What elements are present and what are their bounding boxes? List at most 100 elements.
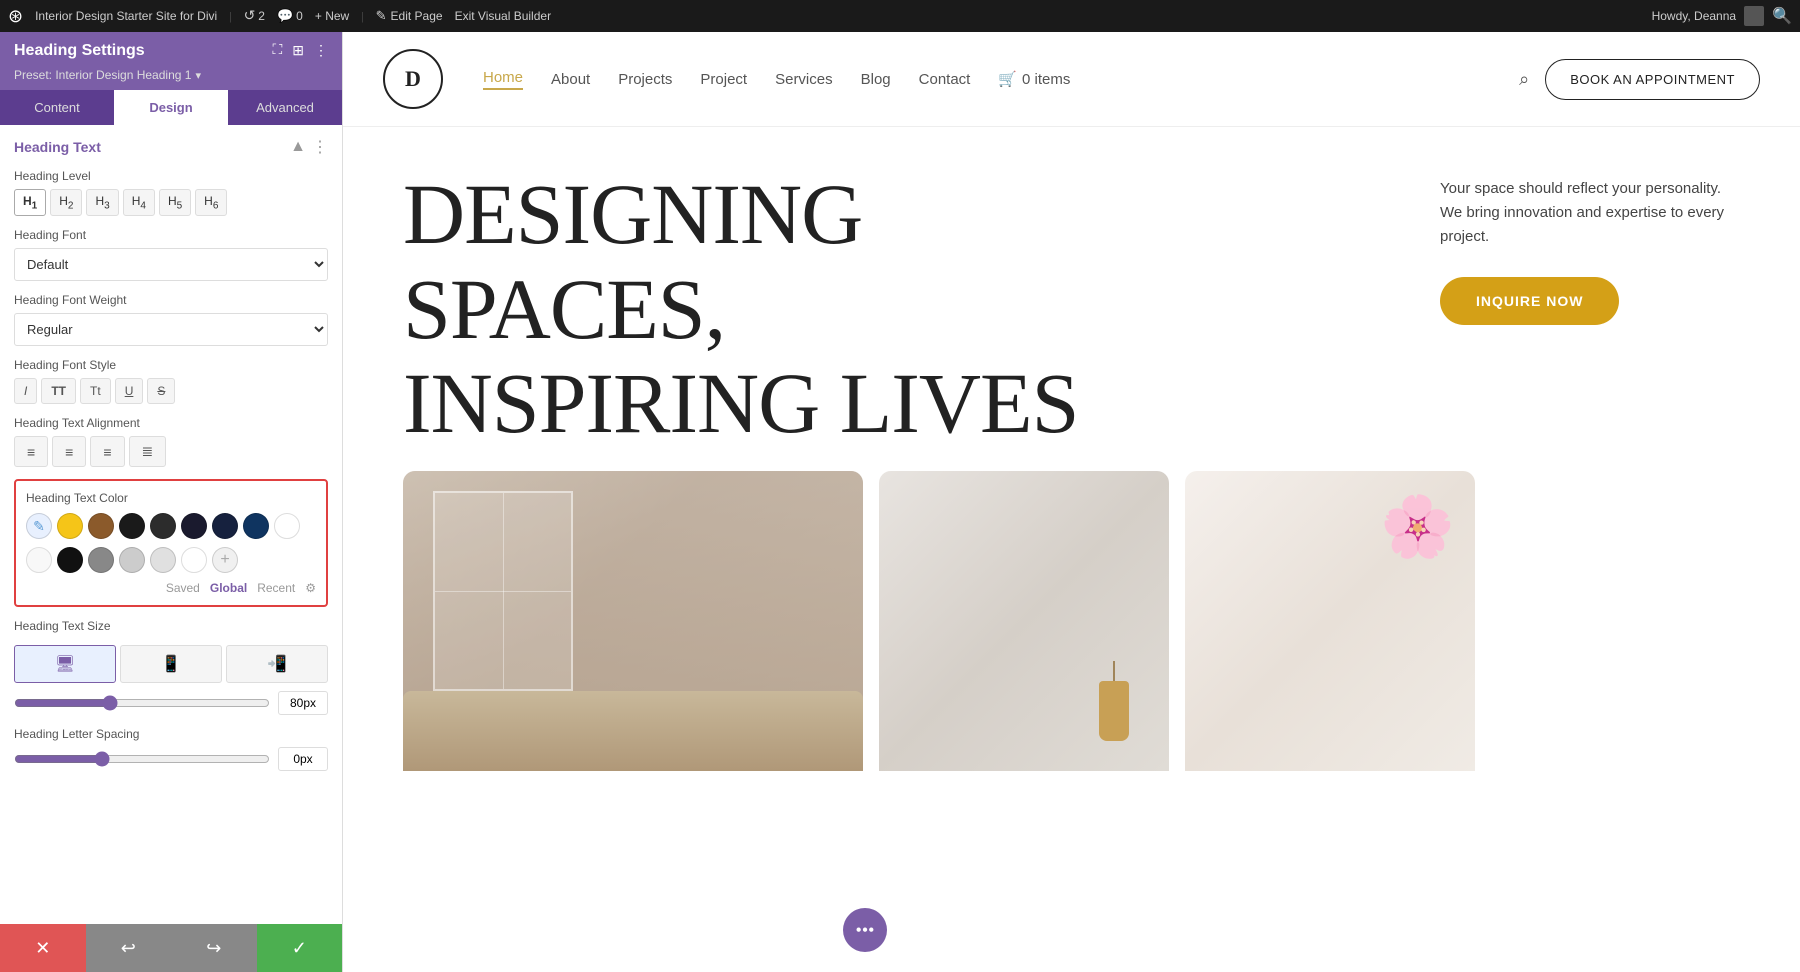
floating-dots-button[interactable]: ••• xyxy=(843,908,887,952)
color-swatch-darkblue1[interactable] xyxy=(181,513,207,539)
inquire-now-button[interactable]: INQUIRE NOW xyxy=(1440,277,1619,325)
vase-decoration xyxy=(1099,681,1129,741)
comments-count[interactable]: 💬 0 xyxy=(277,8,303,24)
top-search-icon[interactable]: 🔍 xyxy=(1772,6,1792,26)
preset-chevron: ▾ xyxy=(195,69,201,82)
panel-grid-icon[interactable]: ⊞ xyxy=(292,43,304,60)
color-tab-recent[interactable]: Recent xyxy=(257,581,295,595)
hero-description: Your space should reflect your personali… xyxy=(1440,177,1740,249)
panel-title: Heading Settings xyxy=(14,42,145,60)
color-tab-saved[interactable]: Saved xyxy=(166,581,200,595)
cart-icon: 🛒 xyxy=(998,70,1017,88)
color-swatch-navy[interactable] xyxy=(243,513,269,539)
save-button[interactable]: ✓ xyxy=(257,924,343,972)
text-size-slider[interactable] xyxy=(14,695,270,711)
redo-button[interactable]: ↪ xyxy=(171,924,257,972)
hero-heading: DESIGNING SPACES, INSPIRING LIVES xyxy=(403,167,1400,451)
letter-spacing-slider[interactable] xyxy=(14,751,270,767)
color-swatch-white2[interactable] xyxy=(26,547,52,573)
heading-settings-panel: Heading Settings ⛶ ⊞ ⋮ Preset: Interior … xyxy=(0,32,343,972)
nav-search-icon[interactable]: ⌕ xyxy=(1519,69,1529,90)
hero-heading-line3: INSPIRING LIVES xyxy=(403,355,1078,451)
color-swatch-yellow[interactable] xyxy=(57,513,83,539)
edit-page-button[interactable]: ✎ Edit Page xyxy=(376,8,443,24)
heading-font-weight-select[interactable]: Regular Bold Light Medium xyxy=(14,313,328,346)
align-right[interactable]: ≡ xyxy=(90,436,124,467)
panel-more-icon[interactable]: ⋮ xyxy=(314,43,328,60)
text-size-input[interactable]: 80px xyxy=(278,691,328,715)
letter-spacing-input[interactable]: 0px xyxy=(278,747,328,771)
heading-level-h2[interactable]: H2 xyxy=(50,189,82,216)
hero-section: DESIGNING SPACES, INSPIRING LIVES Your s… xyxy=(343,127,1800,972)
color-swatch-gray[interactable] xyxy=(88,547,114,573)
revisions-count[interactable]: ↺ 2 xyxy=(244,8,265,25)
nav-cart[interactable]: 🛒 0 items xyxy=(998,70,1070,88)
section-more-icon[interactable]: ⋮ xyxy=(312,137,328,157)
align-justify[interactable]: ≣ xyxy=(129,436,167,467)
heading-text-size-section: 🖥 📱 📲 80px xyxy=(14,645,328,715)
site-logo[interactable]: D xyxy=(383,49,443,109)
nav-about[interactable]: About xyxy=(551,71,590,88)
panel-fullscreen-icon[interactable]: ⛶ xyxy=(272,43,282,59)
color-swatch-lightgray1[interactable] xyxy=(119,547,145,573)
website-preview: D Home About Projects Project Services B… xyxy=(343,32,1800,972)
tab-content[interactable]: Content xyxy=(0,90,114,125)
align-center[interactable]: ≡ xyxy=(52,436,86,467)
style-underline[interactable]: U xyxy=(115,378,144,404)
font-style-buttons: I TT Tt U S xyxy=(14,378,328,404)
tab-advanced[interactable]: Advanced xyxy=(228,90,342,125)
top-bar: ⊛ Interior Design Starter Site for Divi … xyxy=(0,0,1800,32)
color-swatch-white-border[interactable] xyxy=(274,513,300,539)
align-left[interactable]: ≡ xyxy=(14,436,48,467)
style-italic[interactable]: I xyxy=(14,378,37,404)
cancel-button[interactable]: ✕ xyxy=(0,924,86,972)
heading-letter-spacing-label: Heading Letter Spacing xyxy=(14,727,328,741)
color-tabs: Saved Global Recent ⚙ xyxy=(26,581,316,595)
color-swatch-black2[interactable] xyxy=(150,513,176,539)
new-button[interactable]: + New xyxy=(315,9,349,23)
size-tablet-icon[interactable]: 📱 xyxy=(120,645,222,683)
flower-decoration: 🌸 xyxy=(1380,491,1455,562)
eyedropper-tool[interactable]: ✎ xyxy=(26,513,52,539)
color-settings-icon[interactable]: ⚙ xyxy=(305,581,316,595)
nav-contact[interactable]: Contact xyxy=(919,71,971,88)
nav-blog[interactable]: Blog xyxy=(861,71,891,88)
style-capitalize[interactable]: Tt xyxy=(80,378,111,404)
color-swatch-brown[interactable] xyxy=(88,513,114,539)
color-tab-global[interactable]: Global xyxy=(210,581,247,595)
nav-projects[interactable]: Projects xyxy=(618,71,672,88)
color-swatch-black3[interactable] xyxy=(57,547,83,573)
howdy-section: Howdy, Deanna 🔍 xyxy=(1652,6,1792,26)
panel-content: Heading Text ▲ ⋮ Heading Level H1 H2 H3 … xyxy=(0,125,342,924)
style-strikethrough[interactable]: S xyxy=(147,378,175,404)
heading-level-h1[interactable]: H1 xyxy=(14,189,46,216)
hero-heading-line2: SPACES, xyxy=(403,261,725,357)
heading-level-h3[interactable]: H3 xyxy=(86,189,118,216)
heading-level-h4[interactable]: H4 xyxy=(123,189,155,216)
user-avatar xyxy=(1744,6,1764,26)
site-name: Interior Design Starter Site for Divi xyxy=(35,9,217,23)
add-color-btn[interactable]: + xyxy=(212,547,238,573)
heading-font-select[interactable]: Default Georgia Arial Times New Roman xyxy=(14,248,328,281)
color-swatch-darkblue2[interactable] xyxy=(212,513,238,539)
heading-level-h6[interactable]: H6 xyxy=(195,189,227,216)
preset-label[interactable]: Preset: Interior Design Heading 1 xyxy=(14,68,191,82)
heading-text-alignment-label: Heading Text Alignment xyxy=(14,416,328,430)
color-swatch-lightgray2[interactable] xyxy=(150,547,176,573)
nav-project[interactable]: Project xyxy=(700,71,747,88)
book-appointment-button[interactable]: BOOK AN APPOINTMENT xyxy=(1545,59,1760,100)
style-uppercase[interactable]: TT xyxy=(41,378,76,404)
undo-button[interactable]: ↩ xyxy=(86,924,172,972)
heading-level-h5[interactable]: H5 xyxy=(159,189,191,216)
exit-builder-button[interactable]: Exit Visual Builder xyxy=(455,9,552,23)
color-swatches-row1: ✎ xyxy=(26,513,316,539)
alignment-buttons: ≡ ≡ ≡ ≣ xyxy=(14,436,328,467)
color-swatch-black1[interactable] xyxy=(119,513,145,539)
section-collapse-icon[interactable]: ▲ xyxy=(290,138,306,156)
nav-services[interactable]: Services xyxy=(775,71,833,88)
nav-home[interactable]: Home xyxy=(483,69,523,90)
color-swatch-white3[interactable] xyxy=(181,547,207,573)
size-desktop-icon[interactable]: 🖥 xyxy=(14,645,116,683)
size-mobile-icon[interactable]: 📲 xyxy=(226,645,328,683)
tab-design[interactable]: Design xyxy=(114,90,228,125)
